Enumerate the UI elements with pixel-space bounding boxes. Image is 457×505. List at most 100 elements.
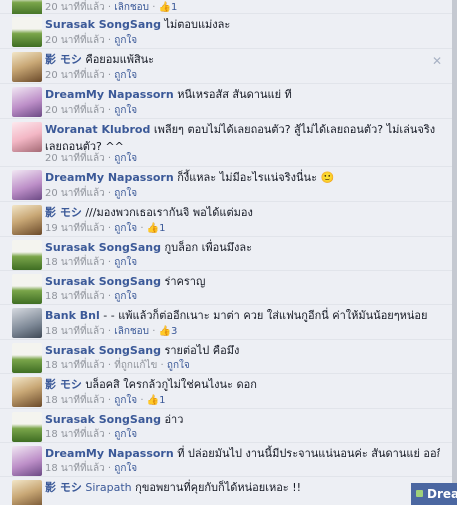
commenter-name[interactable]: 影 モシ (45, 53, 82, 66)
timestamp[interactable]: 18 นาทีที่แล้ว (45, 463, 105, 474)
avatar[interactable] (12, 412, 42, 442)
comment-text: รายต่อไป คือมึง (164, 344, 240, 357)
comment-item: 影 モシ บล็อคสิ ใครกล้วกูไม่ใช่คนไงนะ ดอก 1… (0, 374, 452, 409)
like-link[interactable]: ถูกใจ (114, 188, 137, 199)
avatar[interactable] (12, 377, 42, 407)
commenter-name[interactable]: Woranat Klubrod (45, 123, 150, 136)
comment-item: 影 モシ ///มองพวกเธอเรากันจิ พอได้แต่มอง 19… (0, 202, 452, 237)
like-count[interactable]: 👍1 (147, 223, 166, 234)
avatar[interactable] (12, 205, 42, 235)
avatar[interactable] (12, 480, 42, 505)
like-link[interactable]: ถูกใจ (114, 429, 137, 440)
comment-item: Surasak SongSang ร่าคราญ 18 นาทีที่แล้ว … (0, 271, 452, 305)
like-link[interactable]: ถูกใจ (114, 291, 137, 302)
timestamp[interactable]: 18 นาทีที่แล้ว (45, 429, 105, 440)
timestamp[interactable]: 20 นาทีที่แล้ว (45, 105, 105, 116)
avatar[interactable] (12, 343, 42, 373)
commenter-name[interactable]: Surasak SongSang (45, 413, 161, 426)
mention-link[interactable]: Sirapath (85, 481, 131, 494)
comment-item: Surasak SongSang อ่าว 18 นาทีที่แล้ว · ถ… (0, 409, 452, 443)
comment-feed: 20 นาทีที่แล้ว · เลิกชอบ · 👍1 Surasak So… (0, 0, 457, 505)
comment-meta: 20 นาทีที่แล้ว · เลิกชอบ · 👍1 (45, 2, 178, 13)
timestamp[interactable]: 18 นาทีที่แล้ว (45, 395, 105, 406)
scrollbar[interactable] (452, 0, 457, 505)
timestamp[interactable]: 18 นาทีที่แล้ว (45, 326, 105, 337)
commenter-name[interactable]: DreamMy Napassorn (45, 447, 174, 460)
thumbs-up-icon: 👍 (158, 2, 172, 13)
close-icon[interactable]: ✕ (432, 55, 442, 67)
timestamp[interactable]: 18 นาทีที่แล้ว (45, 360, 105, 371)
like-link[interactable]: ถูกใจ (114, 35, 137, 46)
avatar[interactable] (12, 52, 42, 82)
timestamp[interactable]: 20 นาทีที่แล้ว (45, 35, 105, 46)
like-count[interactable]: 👍1 (159, 2, 178, 13)
comment-item: DreamMy Napassorn หนีเหรอสัส สันดานแย่ ท… (0, 84, 452, 119)
comment-item: Surasak SongSang กูบล็อก เพื่อนมึงละ 18 … (0, 237, 452, 271)
commenter-name[interactable]: DreamMy Napassorn (45, 171, 174, 184)
commenter-name[interactable]: Surasak SongSang (45, 344, 161, 357)
commenter-name[interactable]: 影 モシ (45, 481, 82, 494)
thumbs-up-icon: 👍 (158, 326, 172, 337)
commenter-name[interactable]: Surasak SongSang (45, 18, 161, 31)
avatar[interactable] (12, 17, 42, 47)
comment-meta: 18 นาทีที่แล้ว · ถูกใจ (45, 291, 138, 302)
comment-item: DreamMy Napassorn ที่ ปล่อยมันไป งานนี้ม… (0, 443, 452, 477)
unlike-link[interactable]: เลิกชอบ (114, 2, 149, 13)
comment-text: ร่าคราญ (164, 275, 206, 288)
like-link[interactable]: ถูกใจ (167, 360, 190, 371)
comment-meta: 18 นาทีที่แล้ว · ถูกใจ · 👍1 (45, 395, 166, 406)
timestamp[interactable]: 18 นาทีที่แล้ว (45, 257, 105, 268)
like-link[interactable]: ถูกใจ (114, 223, 137, 234)
commenter-name[interactable]: DreamMy Napassorn (45, 88, 174, 101)
avatar[interactable] (12, 274, 42, 304)
unlike-link[interactable]: เลิกชอบ (114, 326, 149, 337)
like-count[interactable]: 👍1 (147, 395, 166, 406)
comment-item: Woranat Klubrod เพลียๆ ตอบไม่ได้เลยถอนตั… (0, 119, 452, 167)
comment-text: ///มองพวกเธอเรากันจิ พอได้แต่มอง (85, 206, 253, 219)
comment-meta: 18 นาทีที่แล้ว · ถูกใจ (45, 463, 138, 474)
avatar[interactable] (12, 87, 42, 117)
thumbs-up-icon: 👍 (146, 223, 160, 234)
comment-meta: 19 นาทีที่แล้ว · ถูกใจ · 👍1 (45, 223, 166, 234)
like-link[interactable]: ถูกใจ (114, 463, 137, 474)
like-link[interactable]: ถูกใจ (114, 105, 137, 116)
like-link[interactable]: ถูกใจ (114, 153, 137, 164)
edited-label[interactable]: ที่ถูกแก้ไข (114, 360, 157, 371)
commenter-name[interactable]: Surasak SongSang (45, 241, 161, 254)
chat-tab-label: Dream (427, 487, 457, 501)
timestamp[interactable]: 19 นาทีที่แล้ว (45, 223, 105, 234)
timestamp[interactable]: 18 นาทีที่แล้ว (45, 291, 105, 302)
avatar[interactable] (12, 170, 42, 200)
like-count[interactable]: 👍3 (159, 326, 178, 337)
comment-text: ก็งี้แหละ ไม่มีอะไรแน่จริงนี่นะ 🙂 (177, 171, 335, 184)
online-dot-icon (416, 490, 423, 497)
comment-item: 20 นาทีที่แล้ว · เลิกชอบ · 👍1 (0, 0, 452, 16)
commenter-name[interactable]: Bank Bnl (45, 309, 100, 322)
comment-text: กูบล็อก เพื่อนมึงละ (164, 241, 253, 254)
comment-meta: 18 นาทีที่แล้ว · ที่ถูกแก้ไข · ถูกใจ (45, 360, 190, 371)
thumbs-up-icon: 👍 (146, 395, 160, 406)
timestamp[interactable]: 20 นาทีที่แล้ว (45, 188, 105, 199)
comment-item: 影 モシ Sirapath กุขอพยานที่คุยกับก็ได้หน่อ… (0, 477, 452, 505)
timestamp[interactable]: 20 นาทีที่แล้ว (45, 70, 105, 81)
timestamp[interactable]: 20 นาทีที่แล้ว (45, 2, 105, 13)
commenter-name[interactable]: Surasak SongSang (45, 275, 161, 288)
chat-tab[interactable]: Dream (411, 483, 457, 505)
comment-meta: 20 นาทีที่แล้ว · ถูกใจ (45, 153, 138, 164)
like-link[interactable]: ถูกใจ (114, 395, 137, 406)
comment-meta: 20 นาทีที่แล้ว · ถูกใจ (45, 188, 138, 199)
comment-text: อ่าว (164, 413, 184, 426)
avatar[interactable] (12, 446, 42, 476)
comment-meta: 18 นาทีที่แล้ว · ถูกใจ (45, 257, 138, 268)
avatar[interactable] (12, 240, 42, 270)
commenter-name[interactable]: 影 モシ (45, 206, 82, 219)
like-link[interactable]: ถูกใจ (114, 70, 137, 81)
avatar[interactable] (12, 122, 42, 152)
like-link[interactable]: ถูกใจ (114, 257, 137, 268)
comment-text: ไม่ตอบแม่งละ (164, 18, 231, 31)
avatar[interactable] (12, 308, 42, 338)
comment-text: บล็อคสิ ใครกล้วกูไม่ใช่คนไงนะ ดอก (85, 378, 257, 391)
commenter-name[interactable]: 影 モシ (45, 378, 82, 391)
comment-item: DreamMy Napassorn ก็งี้แหละ ไม่มีอะไรแน่… (0, 167, 452, 202)
timestamp[interactable]: 20 นาทีที่แล้ว (45, 153, 105, 164)
